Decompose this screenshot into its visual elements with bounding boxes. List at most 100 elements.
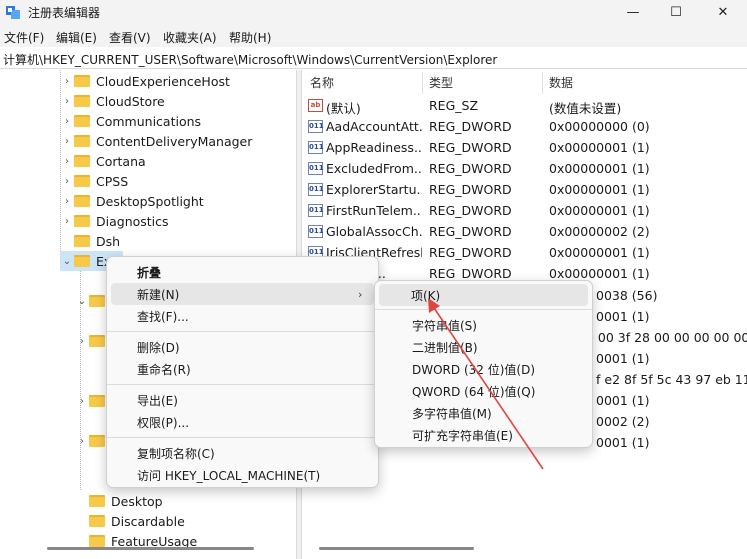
value-data: 0x00000000 (0): [549, 119, 650, 134]
folder-icon: [74, 135, 90, 147]
value-row[interactable]: 011 AadAccountAtt... REG_DWORD 0x0000000…: [302, 116, 747, 137]
submenu-item-multi-string-value[interactable]: 多字符串值(M): [379, 402, 588, 424]
value-data-partial: 0001 (1): [596, 393, 650, 408]
chevron-right-icon[interactable]: ›: [60, 196, 74, 207]
title-bar: 注册表编辑器 — ☐ ✕: [0, 0, 747, 25]
column-separator[interactable]: [422, 72, 423, 94]
value-name: AadAccountAtt...: [326, 119, 422, 134]
menu-item-rename[interactable]: 重命名(R): [111, 358, 374, 380]
chevron-right-icon[interactable]: ›: [75, 396, 89, 407]
value-row[interactable]: 011 AppReadiness... REG_DWORD 0x00000001…: [302, 137, 747, 158]
column-header-name[interactable]: 名称: [310, 70, 334, 94]
value-row[interactable]: 011 FirstRunTelem... REG_DWORD 0x0000000…: [302, 200, 747, 221]
folder-icon: [89, 435, 105, 447]
tree-item[interactable]: › Diagnostics: [60, 211, 169, 231]
menu-help[interactable]: 帮助(H): [229, 29, 271, 46]
submenu-item-dword-value[interactable]: DWORD (32 位)值(D): [379, 358, 588, 380]
menu-item-goto-hklm[interactable]: 访问 HKEY_LOCAL_MACHINE(T): [111, 464, 374, 486]
submenu-item-expandable-string-value[interactable]: 可扩充字符串值(E): [379, 424, 588, 446]
value-row[interactable]: 011 GlobalAssocCh... REG_DWORD 0x0000000…: [302, 221, 747, 242]
column-separator[interactable]: [542, 72, 543, 94]
folder-icon: [89, 295, 105, 307]
folder-icon: [74, 75, 90, 87]
chevron-right-icon[interactable]: ›: [60, 76, 74, 87]
menu-item-collapse[interactable]: 折叠: [111, 261, 374, 283]
tree-item[interactable]: › CloudStore: [60, 91, 165, 111]
chevron-right-icon[interactable]: ›: [60, 116, 74, 127]
tree-item-label: Communications: [96, 113, 202, 129]
tree-item-label: Diagnostics: [96, 213, 169, 229]
tree-item-label: Desktop: [111, 493, 163, 509]
folder-icon: [74, 195, 90, 207]
maximize-button[interactable]: ☐: [653, 0, 699, 25]
submenu-item-key[interactable]: 项(K): [379, 284, 588, 306]
value-name: ExplorerStartu...: [326, 182, 422, 197]
folder-icon: [74, 235, 90, 247]
menu-item-find[interactable]: 查找(F)...: [111, 305, 374, 327]
tree-item-label: CloudExperienceHost: [96, 73, 230, 89]
folder-icon: [74, 175, 90, 187]
folder-icon: [89, 535, 105, 547]
folder-icon: [74, 155, 90, 167]
menu-item-copy-key-name[interactable]: 复制项名称(C): [111, 442, 374, 464]
tree-item-label: Dsh: [96, 233, 121, 249]
tree-item[interactable]: › CloudExperienceHost: [60, 71, 230, 91]
tree-item[interactable]: › CPSS: [60, 171, 128, 191]
value-data-partial: f e2 8f 5f 5c 43 97 eb 11 6: [596, 372, 747, 387]
chevron-right-icon[interactable]: ›: [75, 436, 89, 447]
chevron-right-icon[interactable]: ›: [60, 96, 74, 107]
tree-item-label: Discardable: [111, 513, 185, 529]
chevron-right-icon[interactable]: ›: [60, 176, 74, 187]
value-data: 0x00000001 (1): [549, 140, 650, 155]
value-type: REG_DWORD: [429, 266, 512, 281]
column-header-data[interactable]: 数据: [549, 70, 573, 94]
submenu-item-qword-value[interactable]: QWORD (64 位)值(Q): [379, 380, 588, 402]
chevron-right-icon[interactable]: ›: [75, 336, 89, 347]
minimize-button[interactable]: —: [610, 0, 656, 25]
tree-item[interactable]: Dsh: [60, 231, 120, 251]
menu-item-new[interactable]: 新建(N): [111, 283, 374, 305]
close-button[interactable]: ✕: [700, 0, 746, 25]
tree-item[interactable]: › DesktopSpotlight: [60, 191, 204, 211]
menu-item-delete[interactable]: 删除(D): [111, 336, 374, 358]
submenu-item-string-value[interactable]: 字符串值(S): [379, 314, 588, 336]
menu-favorites[interactable]: 收藏夹(A): [163, 29, 217, 46]
tree-item[interactable]: Discardable: [75, 511, 185, 531]
menu-file[interactable]: 文件(F): [4, 29, 44, 46]
value-row[interactable]: 011 ExplorerStartu... REG_DWORD 0x000000…: [302, 179, 747, 200]
value-name: (默认): [326, 101, 361, 116]
context-menu: 折叠 新建(N) › 查找(F)... 删除(D) 重命名(R) 导出(E) 权…: [106, 256, 379, 488]
value-data: 0x00000002 (2): [549, 224, 650, 239]
chevron-down-icon[interactable]: ⌄: [75, 296, 89, 307]
chevron-right-icon: ›: [358, 288, 363, 301]
tree-item[interactable]: › Communications: [60, 111, 201, 131]
address-path: 计算机\HKEY_CURRENT_USER\Software\Microsoft…: [3, 53, 498, 67]
menu-item-permissions[interactable]: 权限(P)...: [111, 411, 374, 433]
chevron-right-icon[interactable]: ›: [60, 136, 74, 147]
dword-value-icon: 011: [308, 141, 324, 154]
tree-item-label: CPSS: [96, 173, 129, 189]
value-type: REG_DWORD: [429, 140, 512, 155]
menu-edit[interactable]: 编辑(E): [56, 29, 97, 46]
tree-item[interactable]: › ContentDeliveryManager: [60, 131, 252, 151]
value-row[interactable]: ab (默认) REG_SZ (数值未设置): [302, 95, 747, 116]
submenu-item-binary-value[interactable]: 二进制值(B): [379, 336, 588, 358]
column-header-type[interactable]: 类型: [429, 70, 453, 94]
chevron-right-icon[interactable]: ›: [60, 216, 74, 227]
value-name: AppReadiness...: [326, 140, 422, 155]
menu-view[interactable]: 查看(V): [109, 29, 151, 46]
dword-value-icon: 011: [308, 204, 324, 217]
tree-item[interactable]: › Cortana: [60, 151, 146, 171]
value-data-partial: 0001 (1): [596, 309, 650, 324]
address-bar[interactable]: 计算机\HKEY_CURRENT_USER\Software\Microsoft…: [0, 47, 747, 69]
tree-item-label: ContentDeliveryManager: [96, 133, 253, 149]
tree-item[interactable]: Desktop: [75, 491, 163, 511]
menu-item-export[interactable]: 导出(E): [111, 389, 374, 411]
chevron-down-icon[interactable]: ⌄: [60, 256, 74, 267]
tree-horizontal-scrollbar[interactable]: [47, 547, 254, 550]
value-data: 0x00000001 (1): [549, 203, 650, 218]
folder-icon: [74, 95, 90, 107]
value-row[interactable]: 011 ExcludedFrom... REG_DWORD 0x00000001…: [302, 158, 747, 179]
list-horizontal-scrollbar[interactable]: [319, 547, 474, 550]
chevron-right-icon[interactable]: ›: [60, 156, 74, 167]
